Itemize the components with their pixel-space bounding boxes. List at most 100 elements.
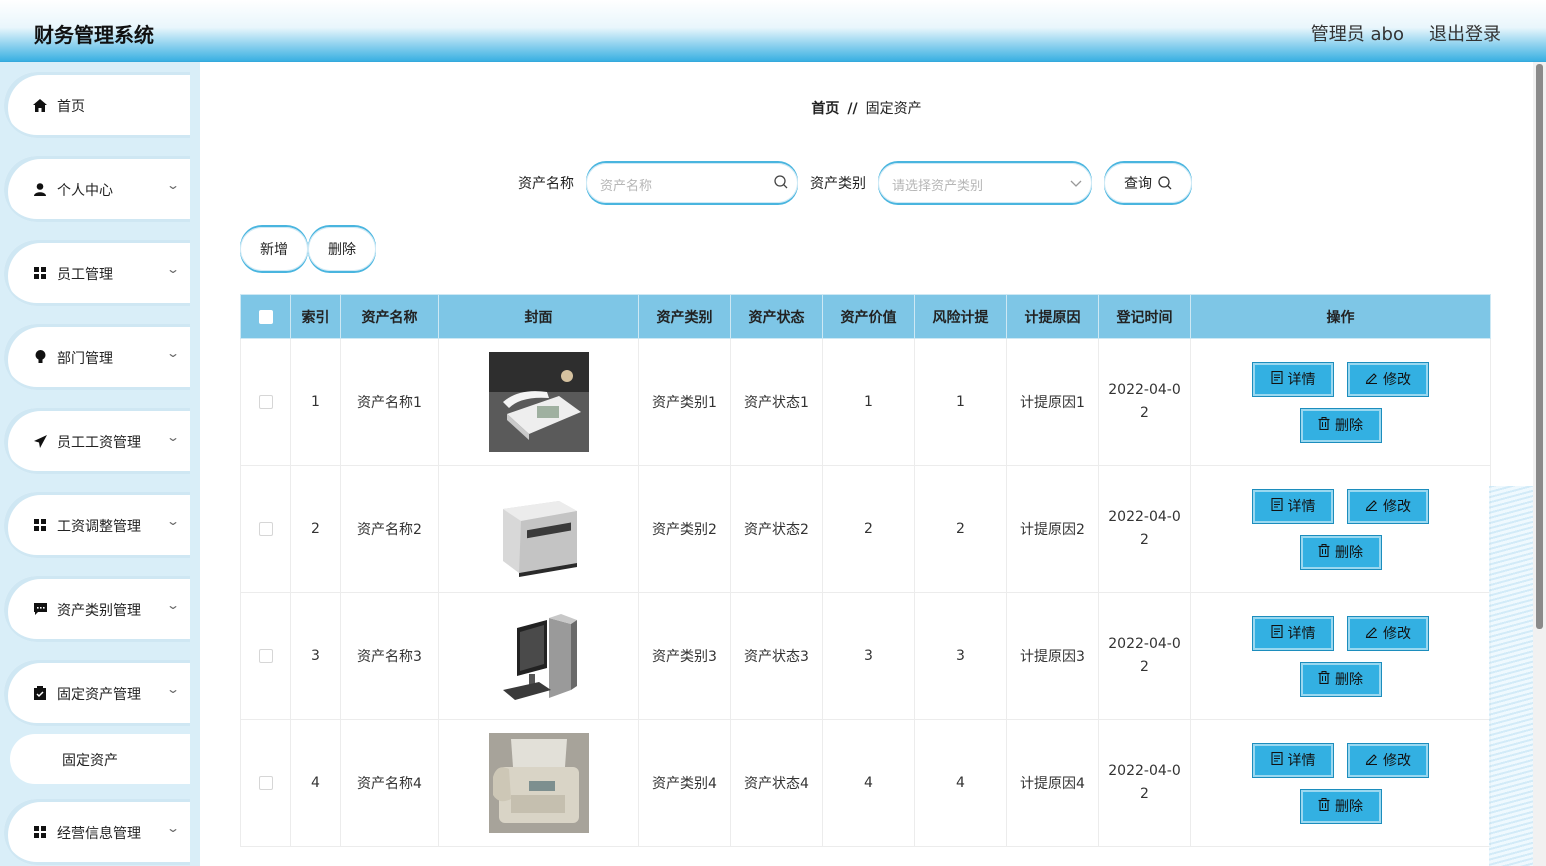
home-icon bbox=[33, 98, 47, 112]
sidebar: 首页 个人中心 ⌄ 员工管理 ⌄ 部门管理 ⌄ 员工工资管理 ⌄ 工资调整管理 … bbox=[0, 62, 200, 866]
edit-button[interactable]: 修改 bbox=[1347, 615, 1429, 651]
sidebar-item-asset-category[interactable]: 资产类别管理 ⌄ bbox=[4, 576, 190, 642]
add-button[interactable]: 新增 bbox=[240, 227, 308, 271]
column-header: 操作 bbox=[1190, 294, 1491, 339]
edit-icon bbox=[1365, 371, 1378, 388]
cell-status: 资产状态1 bbox=[730, 338, 823, 466]
edit-button-label: 修改 bbox=[1383, 753, 1411, 769]
delete-button-label: 删除 bbox=[1335, 799, 1363, 815]
sidebar-item-fixed-asset[interactable]: 固定资产管理 ⌄ bbox=[4, 660, 190, 726]
scrollbar-thumb[interactable] bbox=[1536, 64, 1543, 629]
breadcrumb: 首页 // 固定资产 bbox=[200, 98, 1533, 118]
row-checkbox[interactable] bbox=[258, 522, 273, 536]
edit-icon bbox=[1365, 625, 1378, 642]
sidebar-item-label: 首页 bbox=[57, 99, 85, 115]
chevron-down-icon: ⌄ bbox=[165, 430, 181, 444]
row-checkbox[interactable] bbox=[258, 776, 273, 790]
select-all-checkbox[interactable] bbox=[258, 309, 273, 324]
detail-button[interactable]: 详情 bbox=[1252, 361, 1334, 397]
chevron-down-icon bbox=[1070, 174, 1082, 193]
breadcrumb-separator: // bbox=[847, 101, 858, 117]
page-scrollbar[interactable] bbox=[1533, 62, 1546, 866]
edit-button-label: 修改 bbox=[1383, 626, 1411, 642]
delete-button-label: 删除 bbox=[1335, 418, 1363, 434]
chevron-down-icon: ⌄ bbox=[165, 346, 181, 360]
asset-type-label: 资产类别 bbox=[810, 176, 866, 192]
sidebar-item-label: 固定资产管理 bbox=[57, 687, 141, 703]
edit-button[interactable]: 修改 bbox=[1347, 361, 1429, 397]
delete-button[interactable]: 删除 bbox=[1299, 661, 1382, 697]
edit-button-label: 修改 bbox=[1383, 372, 1411, 388]
cell-date: 2022-04-0 2 bbox=[1098, 592, 1191, 720]
cell-risk: 3 bbox=[914, 592, 1007, 720]
cell-value: 4 bbox=[822, 719, 915, 847]
select-all-cell bbox=[240, 294, 291, 339]
cell-index: 1 bbox=[290, 338, 341, 466]
chevron-down-icon: ⌄ bbox=[165, 682, 181, 696]
edit-button[interactable]: 修改 bbox=[1347, 742, 1429, 778]
asset-name-input[interactable]: 资产名称 bbox=[586, 163, 798, 203]
cell-risk: 4 bbox=[914, 719, 1007, 847]
cover-image bbox=[439, 479, 638, 579]
batch-delete-button[interactable]: 删除 bbox=[308, 227, 376, 271]
cover-image bbox=[439, 606, 638, 706]
table-header-row: 索引 资产名称 封面 资产类别 资产状态 资产价值 风险计提 计提原因 登记时间… bbox=[240, 294, 1491, 339]
delete-button[interactable]: 删除 bbox=[1299, 788, 1382, 824]
detail-button[interactable]: 详情 bbox=[1252, 615, 1334, 651]
query-button[interactable]: 查询 bbox=[1104, 163, 1192, 203]
submenu-item-fixed-asset[interactable]: 固定资产 bbox=[10, 734, 190, 784]
row-checkbox[interactable] bbox=[258, 649, 273, 663]
cell-risk: 2 bbox=[914, 465, 1007, 593]
row-select-cell bbox=[240, 719, 291, 847]
sidebar-item-home[interactable]: 首页 bbox=[4, 72, 190, 138]
sidebar-item-department[interactable]: 部门管理 ⌄ bbox=[4, 324, 190, 390]
edit-button[interactable]: 修改 bbox=[1347, 488, 1429, 524]
trash-icon bbox=[1318, 797, 1330, 815]
app-title: 财务管理系统 bbox=[34, 23, 154, 47]
asset-type-select[interactable]: 请选择资产类别 bbox=[878, 163, 1092, 203]
cell-operations: 详情 修改删除 bbox=[1190, 465, 1491, 593]
trash-icon bbox=[1318, 543, 1330, 561]
chat-icon bbox=[33, 602, 47, 616]
delete-button[interactable]: 删除 bbox=[1299, 534, 1382, 570]
sidebar-item-employee[interactable]: 员工管理 ⌄ bbox=[4, 240, 190, 306]
cell-asset-name: 资产名称1 bbox=[340, 338, 439, 466]
cell-reason: 计提原因2 bbox=[1006, 465, 1099, 593]
chevron-down-icon: ⌄ bbox=[165, 821, 181, 835]
cell-risk: 1 bbox=[914, 338, 1007, 466]
edit-button-label: 修改 bbox=[1383, 499, 1411, 515]
row-checkbox[interactable] bbox=[258, 395, 273, 409]
cell-asset-name: 资产名称3 bbox=[340, 592, 439, 720]
sidebar-item-salary[interactable]: 员工工资管理 ⌄ bbox=[4, 408, 190, 474]
sidebar-item-business-info[interactable]: 经营信息管理 ⌄ bbox=[4, 799, 190, 865]
sidebar-item-profile[interactable]: 个人中心 ⌄ bbox=[4, 156, 190, 222]
column-header: 封面 bbox=[438, 294, 639, 339]
detail-button-label: 详情 bbox=[1287, 626, 1316, 642]
detail-button[interactable]: 详情 bbox=[1252, 488, 1334, 524]
breadcrumb-home[interactable]: 首页 bbox=[811, 101, 839, 117]
cell-status: 资产状态3 bbox=[730, 592, 823, 720]
column-header: 计提原因 bbox=[1006, 294, 1099, 339]
document-icon bbox=[1270, 624, 1283, 642]
cell-asset-name: 资产名称2 bbox=[340, 465, 439, 593]
cell-reason: 计提原因3 bbox=[1006, 592, 1099, 720]
sidebar-item-salary-adjust[interactable]: 工资调整管理 ⌄ bbox=[4, 492, 190, 558]
cell-operations: 详情 修改删除 bbox=[1190, 719, 1491, 847]
cell-index: 2 bbox=[290, 465, 341, 593]
submenu-item-label: 固定资产 bbox=[62, 753, 118, 769]
cell-cover bbox=[438, 719, 639, 847]
trash-icon bbox=[1318, 416, 1330, 434]
logout-link[interactable]: 退出登录 bbox=[1429, 20, 1501, 46]
cover-image bbox=[439, 733, 638, 833]
column-header: 索引 bbox=[290, 294, 341, 339]
date-line-1: 2022-04-0 bbox=[1108, 763, 1181, 779]
delete-button-label: 删除 bbox=[1335, 545, 1363, 561]
table-row: 2 资产名称2 资产类别2 资产状态2 2 2 计提原因2 2022-04-0 2 详情 修改 删除 bbox=[240, 465, 1491, 593]
cell-operations: 详情 修改删除 bbox=[1190, 338, 1491, 466]
delete-button[interactable]: 删除 bbox=[1299, 407, 1382, 443]
detail-button[interactable]: 详情 bbox=[1252, 742, 1334, 778]
cell-status: 资产状态2 bbox=[730, 465, 823, 593]
cell-asset-name: 资产名称4 bbox=[340, 719, 439, 847]
cell-date: 2022-04-0 2 bbox=[1098, 465, 1191, 593]
cell-cover bbox=[438, 338, 639, 466]
